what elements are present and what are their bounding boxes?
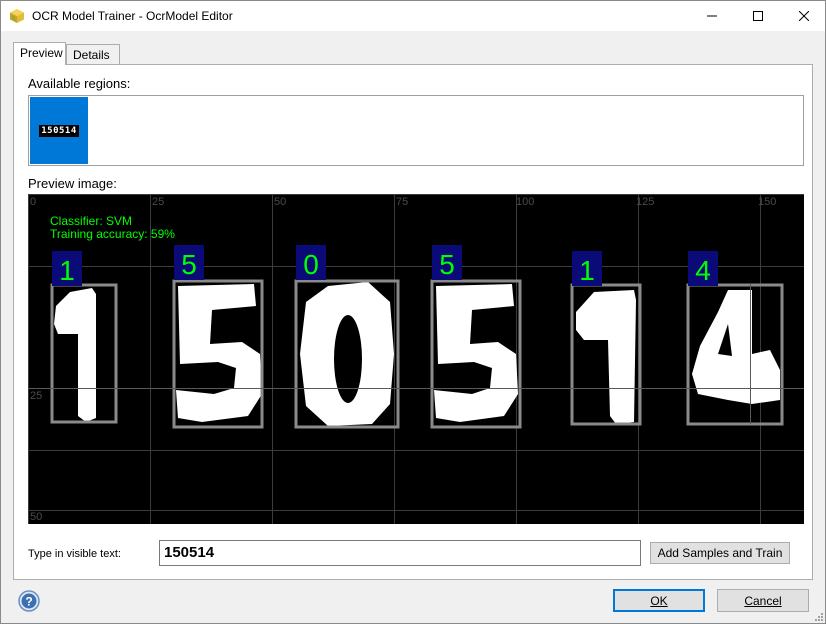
- available-regions-list[interactable]: 150514: [28, 95, 804, 166]
- maximize-icon: [753, 11, 763, 21]
- tab-details[interactable]: Details: [66, 44, 120, 65]
- char-label-6: 4: [695, 255, 711, 286]
- ruler-x-75: 75: [396, 196, 408, 208]
- char-region-1[interactable]: 1: [50, 251, 118, 424]
- ruler-x-25: 25: [152, 196, 164, 208]
- ocr-model-editor-window: OCR Model Trainer - OcrModel Editor Prev…: [0, 0, 826, 624]
- visible-text-label: Type in visible text:: [28, 548, 121, 560]
- char-region-6[interactable]: 4: [686, 251, 784, 426]
- cancel-button-label: Cancel: [744, 593, 782, 608]
- resize-grip-icon[interactable]: [813, 611, 823, 621]
- maximize-button[interactable]: [735, 1, 781, 31]
- char-region-2[interactable]: 5: [172, 245, 264, 429]
- ruler-x-125: 125: [636, 196, 654, 208]
- ruler-y-25: 25: [30, 390, 42, 402]
- close-icon: [799, 11, 809, 21]
- training-accuracy-text: Training accuracy: 59%: [50, 227, 175, 241]
- visible-text-input[interactable]: 150514: [159, 540, 641, 566]
- char-region-5[interactable]: 1: [570, 251, 642, 426]
- ruler-x-50: 50: [274, 196, 286, 208]
- ok-button-label: OK: [650, 593, 668, 608]
- char-region-3[interactable]: 0: [294, 245, 400, 429]
- tab-preview[interactable]: Preview: [13, 42, 66, 65]
- title-bar[interactable]: OCR Model Trainer - OcrModel Editor: [1, 1, 825, 31]
- region-thumbnail[interactable]: 150514: [30, 97, 88, 164]
- svg-text:?: ?: [25, 595, 32, 609]
- char-label-4: 5: [439, 249, 455, 280]
- ruler-y-50: 50: [30, 511, 42, 523]
- region-thumbnail-text: 150514: [39, 124, 79, 137]
- add-samples-and-train-button[interactable]: Add Samples and Train: [650, 542, 790, 564]
- cancel-button[interactable]: Cancel: [717, 589, 809, 612]
- preview-image[interactable]: 0 25 50 75 100 125 150 25 50 Classifier:…: [28, 194, 804, 524]
- preview-tab-panel: Available regions: 150514 Preview image:: [13, 64, 813, 580]
- window-title: OCR Model Trainer - OcrModel Editor: [32, 9, 233, 23]
- minimize-icon: [707, 15, 717, 17]
- ruler-x-150: 150: [758, 196, 776, 208]
- char-label-1: 1: [59, 255, 75, 286]
- char-region-4[interactable]: 5: [430, 245, 522, 429]
- ruler-x-100: 100: [516, 196, 534, 208]
- char-label-3: 0: [303, 249, 319, 280]
- char-label-2: 5: [181, 249, 197, 280]
- app-cube-icon: [10, 9, 24, 23]
- close-button[interactable]: [781, 1, 826, 31]
- minimize-button[interactable]: [689, 1, 735, 31]
- help-icon[interactable]: ?: [18, 590, 40, 612]
- preview-image-label: Preview image:: [28, 176, 117, 191]
- available-regions-label: Available regions:: [28, 76, 131, 91]
- char-label-5: 1: [579, 255, 595, 286]
- classifier-text: Classifier: SVM: [50, 214, 132, 228]
- ruler-x-0: 0: [30, 196, 36, 208]
- ok-button[interactable]: OK: [613, 589, 705, 612]
